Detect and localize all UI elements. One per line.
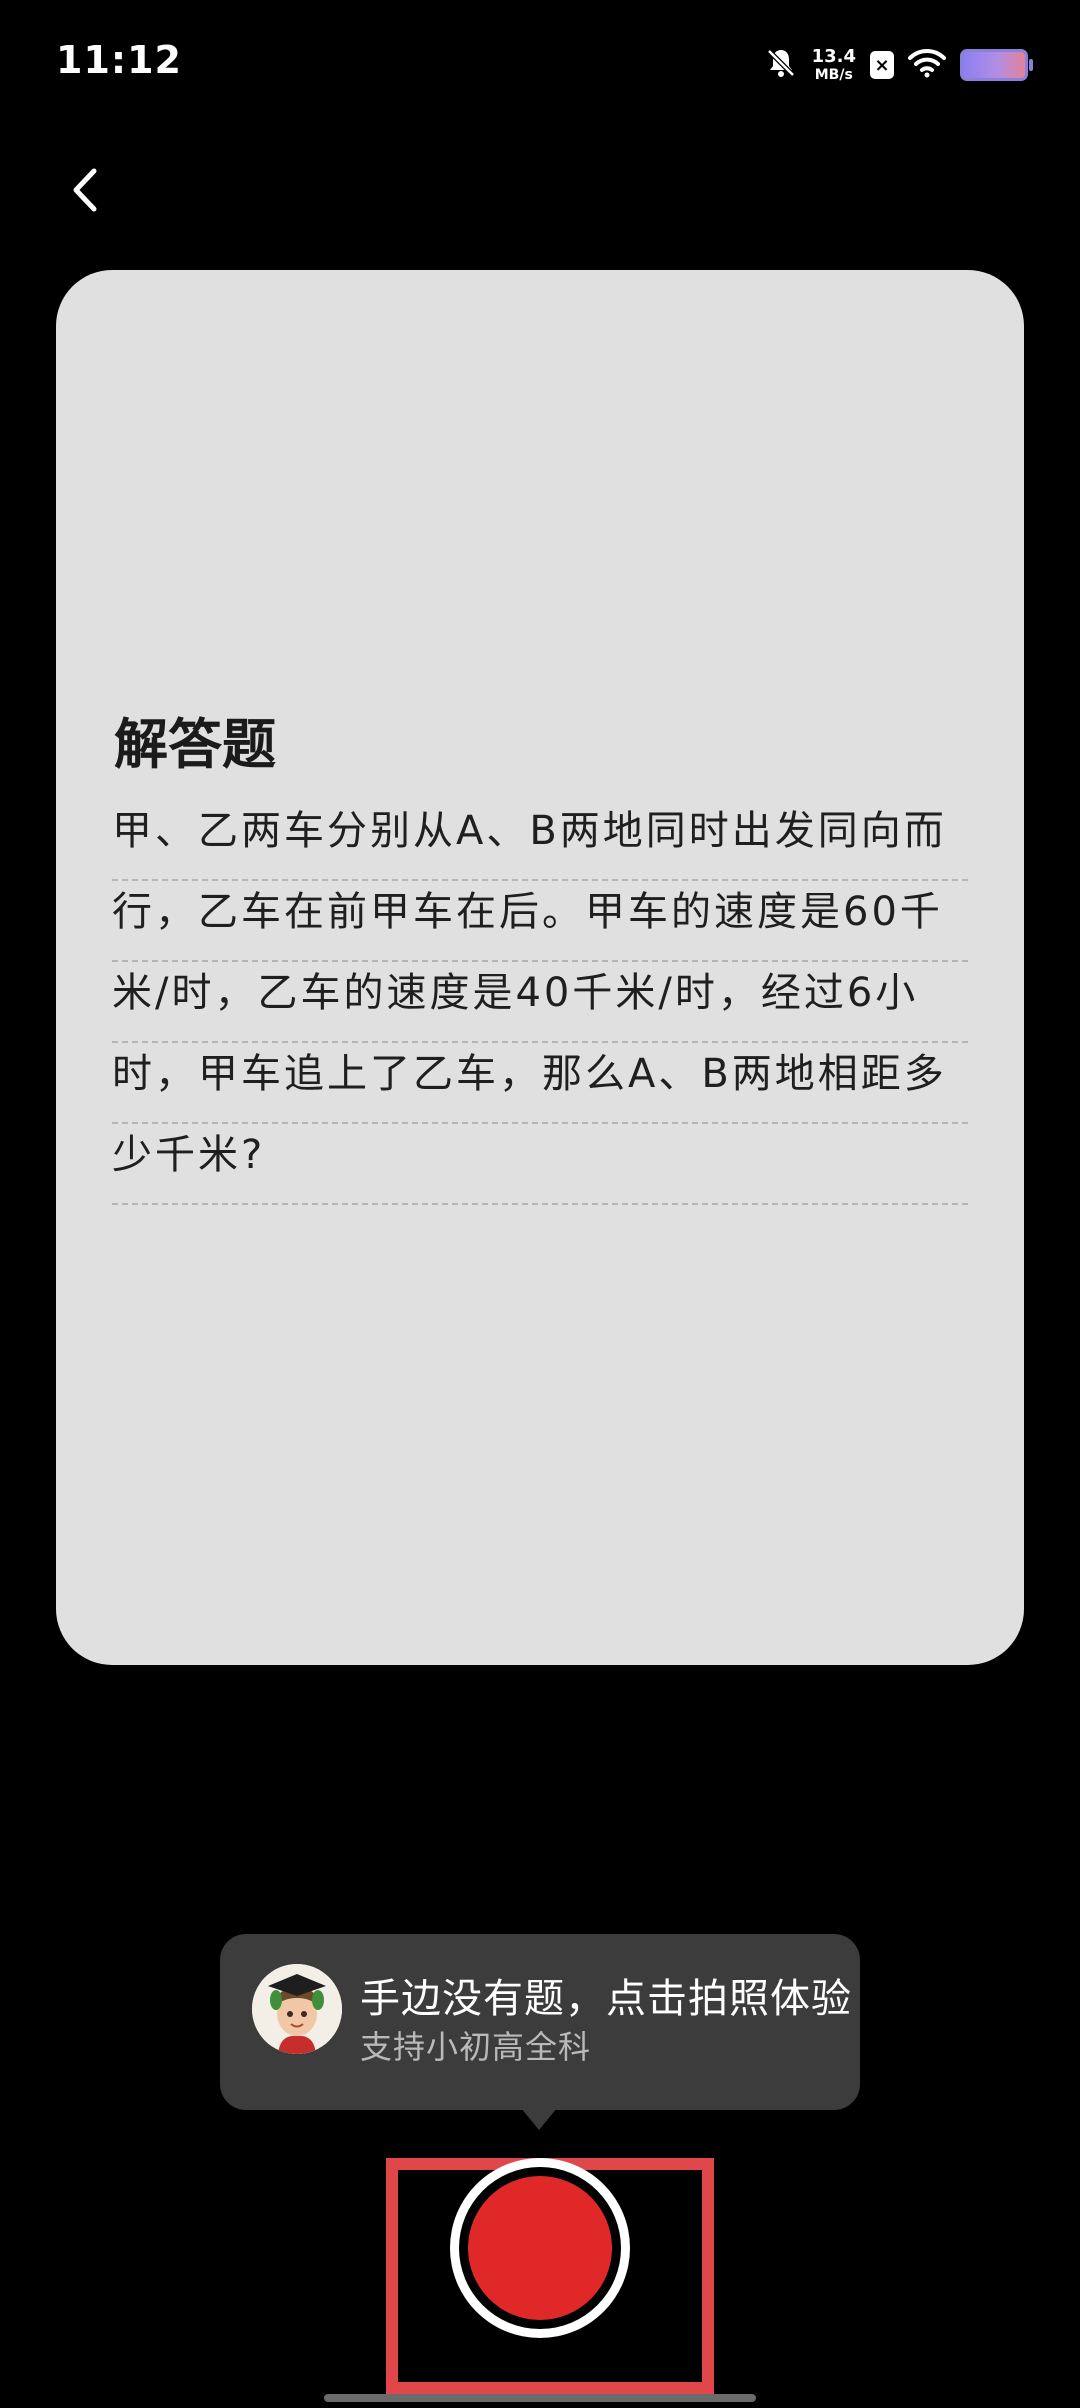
net-speed-unit: MB/s	[814, 67, 853, 83]
question-line: 米/时，乙车的速度是40千米/时，经过6小	[112, 962, 968, 1043]
home-indicator[interactable]	[324, 2394, 756, 2402]
question-line: 甲、乙两车分别从A、B两地同时出发同向而	[112, 800, 968, 881]
shutter-button[interactable]	[468, 2176, 612, 2320]
net-speed: 13.4 MB/s	[811, 46, 856, 83]
tip-pointer	[521, 2108, 557, 2130]
status-bar: 11:12 13.4 MB/s ×	[0, 0, 1080, 120]
status-time: 11:12	[56, 38, 182, 82]
close-badge-icon: ×	[870, 51, 894, 79]
question-line: 时，甲车追上了乙车，那么A、B两地相距多	[112, 1043, 968, 1124]
camera-screen: 11:12 13.4 MB/s × 解答题 甲、乙两车分别从A、B两地同时出发同…	[0, 0, 1080, 2408]
tip-sub-text: 支持小初高全科	[360, 2028, 592, 2066]
question-line: 少千米?	[112, 1124, 968, 1205]
mute-bell-icon	[764, 46, 798, 84]
tip-main-text: 手边没有题，点击拍照体验	[360, 1976, 852, 2022]
status-icons: 13.4 MB/s ×	[764, 40, 1033, 90]
net-speed-value: 13.4	[811, 46, 856, 67]
wifi-icon	[908, 48, 946, 82]
battery-icon	[960, 49, 1033, 81]
question-title: 解答题	[114, 713, 276, 776]
photo-tip-bubble[interactable]: 手边没有题，点击拍照体验 支持小初高全科	[220, 1934, 860, 2110]
chevron-left-icon	[73, 168, 97, 212]
question-line: 行，乙车在前甲车在后。甲车的速度是60千	[112, 881, 968, 962]
back-button[interactable]	[56, 160, 116, 220]
graduate-avatar-icon	[252, 1964, 342, 2054]
question-card: 解答题 甲、乙两车分别从A、B两地同时出发同向而 行，乙车在前甲车在后。甲车的速…	[56, 270, 1024, 1665]
question-text: 甲、乙两车分别从A、B两地同时出发同向而 行，乙车在前甲车在后。甲车的速度是60…	[112, 800, 968, 1205]
